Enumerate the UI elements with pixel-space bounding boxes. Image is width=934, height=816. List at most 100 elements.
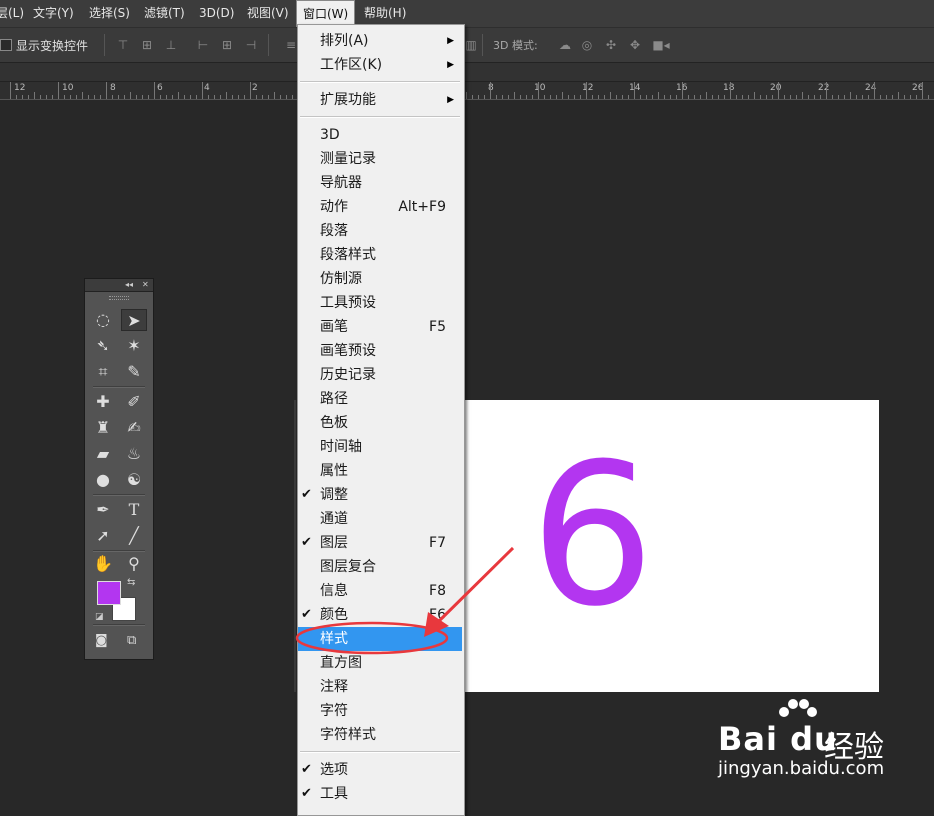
window-menu-item[interactable]: 画笔 F5 (298, 315, 462, 339)
show-transform-checkbox[interactable] (0, 39, 12, 51)
window-menu-item[interactable]: 直方图 (298, 651, 462, 675)
healing-brush-tool-icon[interactable]: ✚ (90, 391, 116, 413)
window-menu-item[interactable]: 动作 Alt+F9 (298, 195, 462, 219)
brush-tool-icon[interactable]: ✐ (121, 391, 147, 413)
menu-view[interactable]: 视图(V) (247, 0, 289, 27)
ruler-tick (466, 92, 467, 99)
window-menu-item[interactable]: 排列(A) ▶ (298, 29, 462, 53)
window-menu-item-label: 工具 (320, 786, 348, 802)
collapse-icon[interactable]: ◂◂ (125, 279, 133, 291)
window-menu-item[interactable]: 段落 (298, 219, 462, 243)
window-menu-item[interactable]: ✔ 选项 (298, 758, 462, 782)
path-selection-tool-icon[interactable]: ➚ (90, 525, 116, 547)
menu-help[interactable]: 帮助(H) (364, 0, 406, 27)
3d-drag-icon[interactable]: ✣ (604, 38, 618, 52)
align-hcenter-icon[interactable]: ⊞ (220, 38, 234, 52)
window-menu-item[interactable]: 段落样式 (298, 243, 462, 267)
quick-mask-icon[interactable]: ◙ (95, 633, 108, 648)
window-menu-item[interactable]: 样式 (298, 627, 462, 651)
align-top-icon[interactable]: ⊤ (116, 38, 130, 52)
menu-layer[interactable]: 层(L) (0, 0, 24, 27)
3d-rotate-icon[interactable]: ☁ (556, 38, 574, 52)
panel-grip[interactable] (109, 296, 129, 300)
window-menu-item[interactable]: 时间轴 (298, 435, 462, 459)
tools-panel: ◂◂ ✕ ◌ ➤ ➴ ✶ ⌗ ✎ ✚ ✐ ♜ ✍ ▰ ♨ ● ☯ ✒ T ➚ ╱… (84, 278, 154, 660)
foreground-color-swatch[interactable] (97, 581, 121, 605)
type-tool-icon[interactable]: T (121, 499, 147, 521)
window-menu-item[interactable]: 字符 (298, 699, 462, 723)
window-menu-item-label: 图层 (320, 535, 348, 551)
align-right-icon[interactable]: ⊣ (244, 38, 258, 52)
line-tool-icon[interactable]: ╱ (121, 525, 147, 547)
window-menu-item[interactable]: ✔ 工具 (298, 782, 462, 806)
3d-scale-icon[interactable]: ■◂ (652, 38, 670, 52)
align-vcenter-icon[interactable]: ⊞ (140, 38, 154, 52)
menu-window[interactable]: 窗口(W) (296, 0, 356, 27)
close-icon[interactable]: ✕ (142, 279, 149, 291)
ruler-tick (892, 95, 893, 99)
paint-bucket-tool-icon[interactable]: ♨ (121, 443, 147, 465)
window-menu-item[interactable]: ✔ 调整 (298, 483, 462, 507)
crop-tool-icon[interactable]: ⌗ (90, 361, 116, 383)
ruler-tick (568, 95, 569, 99)
window-menu-item[interactable]: 画笔预设 (298, 339, 462, 363)
lasso-tool-icon[interactable]: ➴ (90, 335, 116, 357)
window-menu-item[interactable]: 图层复合 (298, 555, 462, 579)
distribute-icon[interactable]: ≡ (284, 38, 298, 52)
menu-3d[interactable]: 3D(D) (199, 0, 234, 27)
eyedropper-tool-icon[interactable]: ✎ (121, 361, 147, 383)
ruler-tick (94, 95, 95, 99)
tools-panel-header[interactable]: ◂◂ ✕ (85, 279, 153, 292)
document-canvas[interactable] (465, 400, 879, 692)
window-menu-item[interactable]: 测量记录 (298, 147, 462, 171)
ruler-tick (754, 92, 755, 99)
ruler-tick (280, 95, 281, 99)
window-menu-item[interactable]: 属性 (298, 459, 462, 483)
blur-tool-icon[interactable]: ● (90, 469, 116, 491)
default-colors-icon[interactable]: ◪ (95, 612, 104, 622)
window-menu-item[interactable]: 仿制源 (298, 267, 462, 291)
window-menu-item-label: 调整 (320, 487, 348, 503)
hand-tool-icon[interactable]: ✋ (90, 553, 116, 575)
menu-select[interactable]: 选择(S) (89, 0, 130, 27)
window-menu-item[interactable]: 工作区(K) ▶ (298, 53, 462, 77)
align-bottom-icon[interactable]: ⊥ (164, 38, 178, 52)
3d-slide-icon[interactable]: ✥ (628, 38, 642, 52)
window-menu-item[interactable]: ✔ 图层 F7 (298, 531, 462, 555)
ruler-tick (838, 95, 839, 99)
window-menu-item[interactable]: 色板 (298, 411, 462, 435)
ruler-label: 12 (582, 83, 594, 93)
window-menu-item[interactable]: ✔ 颜色 F6 (298, 603, 462, 627)
window-menu-item[interactable]: 字符样式 (298, 723, 462, 747)
window-menu-item[interactable]: 通道 (298, 507, 462, 531)
menu-filter[interactable]: 滤镜(T) (144, 0, 185, 27)
eraser-tool-icon[interactable]: ▰ (90, 443, 116, 465)
marquee-tool-icon[interactable]: ◌ (90, 309, 116, 331)
window-menu-item[interactable]: 导航器 (298, 171, 462, 195)
ruler-tick (262, 95, 263, 99)
window-menu-item[interactable]: 信息 F8 (298, 579, 462, 603)
window-menu-item[interactable]: 注释 (298, 675, 462, 699)
window-menu-item[interactable]: 3D (298, 123, 462, 147)
window-menu-item[interactable]: 工具预设 (298, 291, 462, 315)
zoom-tool-icon[interactable]: ⚲ (121, 553, 147, 575)
move-tool-icon[interactable]: ➤ (121, 309, 147, 331)
clone-stamp-tool-icon[interactable]: ♜ (90, 417, 116, 439)
3d-roll-icon[interactable]: ◎ (580, 38, 594, 52)
dodge-tool-icon[interactable]: ☯ (121, 469, 147, 491)
ruler-tick (556, 95, 557, 99)
window-menu-item[interactable]: 历史记录 (298, 363, 462, 387)
window-menu-item[interactable]: 路径 (298, 387, 462, 411)
pen-tool-icon[interactable]: ✒ (90, 499, 116, 521)
canvas-text-layer[interactable]: 6 (530, 438, 655, 634)
ruler-tick (628, 95, 629, 99)
history-brush-tool-icon[interactable]: ✍ (121, 417, 147, 439)
menu-type[interactable]: 文字(Y) (33, 0, 74, 27)
magic-wand-tool-icon[interactable]: ✶ (121, 335, 147, 357)
ruler-tick (586, 82, 587, 99)
distribute-icon-2[interactable]: ▥ (464, 38, 478, 52)
screen-mode-icon[interactable]: ⧉ (127, 633, 136, 648)
swap-colors-icon[interactable]: ⇆ (127, 577, 135, 588)
align-left-icon[interactable]: ⊢ (196, 38, 210, 52)
window-menu-item[interactable]: 扩展功能 ▶ (298, 88, 462, 112)
